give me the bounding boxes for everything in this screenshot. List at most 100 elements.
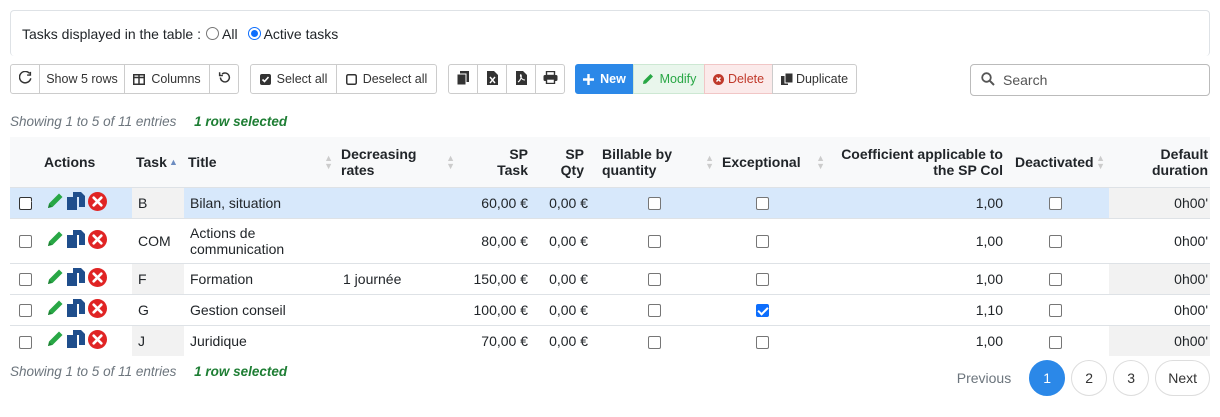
row-select-checkbox[interactable] <box>10 324 40 356</box>
search-input[interactable] <box>1001 71 1191 89</box>
billable-column-header[interactable]: Billable by quantity ▲ ▼ <box>598 137 718 187</box>
exceptional-checkbox[interactable] <box>756 235 769 249</box>
deselect-all-button[interactable]: Deselect all <box>336 64 437 94</box>
exceptional-cell <box>718 324 829 356</box>
table-row[interactable]: COM Actions de communication 80,00 €0,00 €… <box>10 217 1210 263</box>
row-select-checkbox[interactable] <box>10 217 40 263</box>
actions-column-header: Actions <box>40 137 132 187</box>
title-column-header[interactable]: Title ▲ ▼ <box>184 137 337 187</box>
duplicate-icon[interactable] <box>67 330 85 351</box>
deactivated-cell <box>1011 217 1109 263</box>
filter-label: Tasks displayed in the table : <box>22 25 201 42</box>
duplicate-button[interactable]: Duplicate <box>772 64 857 94</box>
billable-checkbox[interactable] <box>648 304 661 318</box>
delete-icon[interactable] <box>88 267 107 290</box>
page-2-button[interactable]: 2 <box>1071 360 1108 396</box>
search-icon <box>981 71 995 89</box>
table-info-top: Showing 1 to 5 of 11 entries 1 row selec… <box>10 114 287 129</box>
edit-pencil-icon[interactable] <box>46 230 64 251</box>
sp-task-column-header[interactable]: SP Task <box>459 137 534 187</box>
deactivated-checkbox[interactable] <box>1049 335 1062 349</box>
empty-box-icon <box>345 73 357 85</box>
previous-page-button[interactable]: Previous <box>945 360 1023 396</box>
billable-checkbox[interactable] <box>648 235 661 249</box>
new-button[interactable]: New <box>575 64 634 94</box>
deselect-all-label: Deselect all <box>362 72 428 86</box>
sp-qty-column-header[interactable]: SP Qty <box>534 137 598 187</box>
page-3-button[interactable]: 3 <box>1113 360 1150 396</box>
delete-icon[interactable] <box>88 329 107 352</box>
select-all-button[interactable]: Select all <box>250 64 337 94</box>
show-rows-button[interactable]: Show 5 rows <box>39 64 125 94</box>
delete-icon[interactable] <box>88 229 107 252</box>
reset-button[interactable] <box>209 64 239 94</box>
deactivated-checkbox[interactable] <box>1049 273 1062 287</box>
default-duration-column-header[interactable]: Default duration <box>1109 137 1210 187</box>
duplicate-icon[interactable] <box>67 230 85 251</box>
coefficient-cell: 1,00 <box>829 262 1011 294</box>
coefficient-column-header[interactable]: Coefficient applicable to the SP Col <box>829 137 1011 187</box>
row-actions <box>40 293 132 325</box>
exceptional-checkbox[interactable] <box>756 197 769 211</box>
task-column-header[interactable]: Task ▲ <box>132 137 184 187</box>
table-row[interactable]: B Bilan, situation 60,00 €0,00 € 1,00 0h00' <box>10 186 1210 218</box>
radio-active-tasks[interactable] <box>247 27 261 40</box>
task-cell: J <box>132 324 184 356</box>
refresh-button[interactable] <box>10 64 40 94</box>
exceptional-checkbox[interactable] <box>756 335 769 349</box>
row-select-checkbox[interactable] <box>10 186 40 218</box>
printer-icon <box>543 70 558 87</box>
exceptional-checkbox[interactable] <box>756 273 769 287</box>
decreasing-rates-cell: 1 journée <box>337 262 459 294</box>
billable-checkbox[interactable] <box>648 273 661 287</box>
page-1-button[interactable]: 1 <box>1029 360 1066 396</box>
edit-pencil-icon[interactable] <box>46 330 64 351</box>
columns-button[interactable]: Columns <box>124 64 210 94</box>
radio-active-label[interactable]: Active tasks <box>264 26 339 42</box>
billable-checkbox[interactable] <box>648 197 661 211</box>
table-row[interactable]: G Gestion conseil 100,00 €0,00 € 1,10 0h00' <box>10 293 1210 325</box>
excel-button[interactable] <box>477 64 507 94</box>
duplicate-icon[interactable] <box>67 268 85 289</box>
deactivated-cell <box>1011 186 1109 218</box>
deactivated-checkbox[interactable] <box>1049 197 1062 211</box>
delete-icon[interactable] <box>88 298 107 321</box>
radio-all[interactable] <box>206 27 219 40</box>
duplicate-icon[interactable] <box>67 192 85 213</box>
deactivated-checkbox[interactable] <box>1049 235 1062 249</box>
delete-icon[interactable] <box>88 191 107 214</box>
edit-pencil-icon[interactable] <box>46 299 64 320</box>
exceptional-checkbox[interactable] <box>756 304 769 318</box>
billable-cell <box>598 324 718 356</box>
billable-cell <box>598 293 718 325</box>
row-select-checkbox[interactable] <box>10 262 40 294</box>
exceptional-column-header[interactable]: Exceptional ▲ ▼ <box>718 137 829 187</box>
next-page-button[interactable]: Next <box>1155 360 1210 396</box>
edit-pencil-icon[interactable] <box>46 192 64 213</box>
edit-pencil-icon[interactable] <box>46 268 64 289</box>
billable-cell <box>598 217 718 263</box>
duplicate-icon[interactable] <box>67 299 85 320</box>
sp-task-cell: 70,00 € <box>459 324 534 356</box>
title-cell: Gestion conseil <box>184 293 337 325</box>
billable-checkbox[interactable] <box>648 335 661 349</box>
toolbar: Show 5 rows Columns Select all Deselect … <box>10 64 1210 96</box>
radio-all-label[interactable]: All <box>222 26 238 42</box>
pdf-button[interactable] <box>506 64 536 94</box>
print-button[interactable] <box>535 64 565 94</box>
coefficient-cell: 1,00 <box>829 324 1011 356</box>
copy-button[interactable] <box>448 64 478 94</box>
sort-icon: ▲ ▼ <box>816 152 825 171</box>
decreasing-rates-column-header[interactable]: Decreasing rates ▲ ▼ <box>337 137 459 187</box>
delete-button[interactable]: Delete <box>704 64 773 94</box>
table-row[interactable]: J Juridique 70,00 €0,00 € 1,00 0h00' <box>10 324 1210 356</box>
title-cell: Actions de communication <box>184 217 337 263</box>
table-row[interactable]: F Formation 1 journée 150,00 €0,00 € 1,00 0h0… <box>10 262 1210 294</box>
table-info-bottom: Showing 1 to 5 of 11 entries 1 row selec… <box>10 364 287 379</box>
title-cell: Formation <box>184 262 337 294</box>
undo-icon <box>218 71 231 87</box>
deactivated-checkbox[interactable] <box>1049 304 1062 318</box>
modify-button[interactable]: Modify <box>633 64 705 94</box>
deactivated-column-header[interactable]: Deactivated ▲ ▼ <box>1011 137 1109 187</box>
row-select-checkbox[interactable] <box>10 293 40 325</box>
